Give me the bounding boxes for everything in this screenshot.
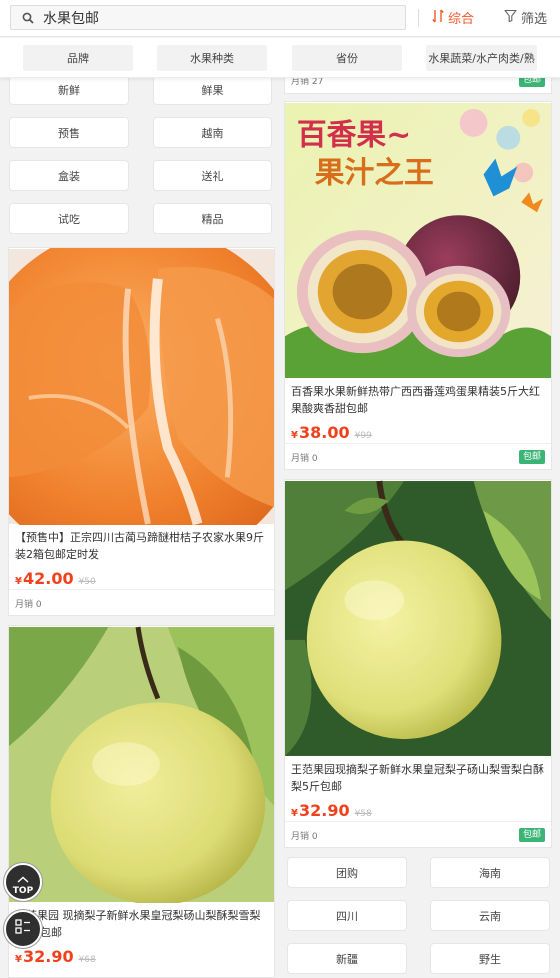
tag-button[interactable]: 预售 <box>9 117 129 148</box>
product-price: ¥ 32.90 ¥68 <box>15 947 96 966</box>
product-price: ¥ 42.00 ¥50 <box>15 569 96 588</box>
back-to-top-button[interactable]: TOP <box>4 863 42 901</box>
sales-count: 月销 0 <box>291 454 318 464</box>
tag-button[interactable]: 试吃 <box>9 203 129 234</box>
price-value: 38.00 <box>298 423 350 442</box>
free-shipping-badge: 包邮 <box>518 828 545 842</box>
sort-button[interactable]: 综合 <box>432 8 474 27</box>
product-title: 王范果园现摘梨子新鲜水果皇冠梨子砀山梨雪梨白酥梨5斤包邮 <box>291 763 544 793</box>
tag-button[interactable]: 精品 <box>153 203 272 234</box>
category-tab-province[interactable]: 省份 <box>292 45 402 71</box>
product-title: 【预售中】正宗四川古蔺马蹄醚柑桔子农家水果9斤装2箱包邮定时发 <box>15 531 264 561</box>
price-value: 32.90 <box>298 801 350 820</box>
tag-button[interactable]: 新疆 <box>287 943 407 974</box>
original-price: ¥50 <box>78 577 96 587</box>
currency-symbol: ¥ <box>15 954 22 965</box>
original-price: ¥68 <box>78 955 96 965</box>
product-card[interactable]: 【预售中】正宗四川古蔺马蹄醚柑桔子农家水果9斤装2箱包邮定时发 ¥ 42.00 … <box>8 247 275 616</box>
product-card[interactable]: 王范果园现摘梨子新鲜水果皇冠梨子砀山梨雪梨白酥梨5斤包邮 ¥ 32.90 ¥58… <box>284 479 552 848</box>
product-image-pear <box>9 626 274 903</box>
search-input[interactable] <box>43 9 363 26</box>
banner-text-2: 果汁之王 <box>315 155 434 190</box>
tag-button[interactable]: 盒装 <box>9 160 129 191</box>
category-tab-brand[interactable]: 品牌 <box>23 45 133 71</box>
product-card[interactable]: 王范果园 现摘梨子新鲜水果皇冠梨砀山梨酥梨雪梨10斤包邮 ¥ 32.90 ¥68 <box>8 625 275 978</box>
grid-list-icon <box>15 919 31 939</box>
tag-button[interactable]: 野生 <box>430 943 550 974</box>
product-title: 王范果园 现摘梨子新鲜水果皇冠梨砀山梨酥梨雪梨10斤包邮 <box>15 909 261 939</box>
currency-symbol: ¥ <box>291 430 298 441</box>
product-price: ¥ 32.90 ¥58 <box>291 801 372 820</box>
filter-button[interactable]: 筛选 <box>504 8 547 27</box>
tag-button[interactable]: 海南 <box>430 857 550 888</box>
search-box[interactable] <box>10 5 406 30</box>
product-image-passion-fruit: 百香果~ 果汁之王 <box>285 103 551 378</box>
menu-button[interactable] <box>4 910 42 948</box>
original-price: ¥99 <box>354 431 372 441</box>
sales-count: 月销 0 <box>291 832 318 842</box>
header-divider <box>418 9 419 27</box>
category-tab-fruit-type[interactable]: 水果种类 <box>157 45 267 71</box>
price-value: 42.00 <box>22 569 74 588</box>
currency-symbol: ¥ <box>15 576 22 587</box>
tag-button[interactable]: 四川 <box>287 900 407 931</box>
free-shipping-badge: 包邮 <box>518 450 545 464</box>
product-image-tangerine <box>9 248 274 525</box>
sales-row: 月销 0 包邮 <box>285 443 551 469</box>
top-bar: 综合 筛选 <box>0 0 560 37</box>
banner-text-1: 百香果~ <box>297 118 411 153</box>
sort-label: 综合 <box>448 12 475 27</box>
filter-label: 筛选 <box>521 12 548 27</box>
top-label: TOP <box>12 886 34 896</box>
tag-button[interactable]: 越南 <box>153 117 272 148</box>
tag-button[interactable]: 鲜果 <box>153 74 272 105</box>
currency-symbol: ¥ <box>291 808 298 819</box>
tag-button[interactable]: 团购 <box>287 857 407 888</box>
sales-row: 月销 0 <box>9 589 274 615</box>
product-image-pear <box>285 480 551 756</box>
product-card[interactable]: 百香果~ 果汁之王 百香果水果新鲜热带广西西番莲鸡蛋果精装5斤大红果酸爽香甜包邮… <box>284 101 552 470</box>
original-price: ¥58 <box>354 809 372 819</box>
tag-button[interactable]: 送礼 <box>153 160 272 191</box>
chevron-up-icon <box>17 868 29 887</box>
search-icon <box>21 11 35 25</box>
category-tab-category[interactable]: 水果蔬菜/水产肉类/熟 <box>426 45 537 71</box>
filter-icon <box>504 9 517 26</box>
product-title: 百香果水果新鲜热带广西西番莲鸡蛋果精装5斤大红果酸爽香甜包邮 <box>291 385 540 415</box>
sort-icon <box>432 9 444 27</box>
tag-button[interactable]: 新鲜 <box>9 74 129 105</box>
tag-button[interactable]: 云南 <box>430 900 550 931</box>
sales-row: 月销 0 包邮 <box>285 821 551 847</box>
sales-count: 月销 0 <box>15 600 42 610</box>
category-bar: 品牌 水果种类 省份 水果蔬菜/水产肉类/熟 <box>0 38 560 78</box>
product-price: ¥ 38.00 ¥99 <box>291 423 372 442</box>
price-value: 32.90 <box>22 947 74 966</box>
